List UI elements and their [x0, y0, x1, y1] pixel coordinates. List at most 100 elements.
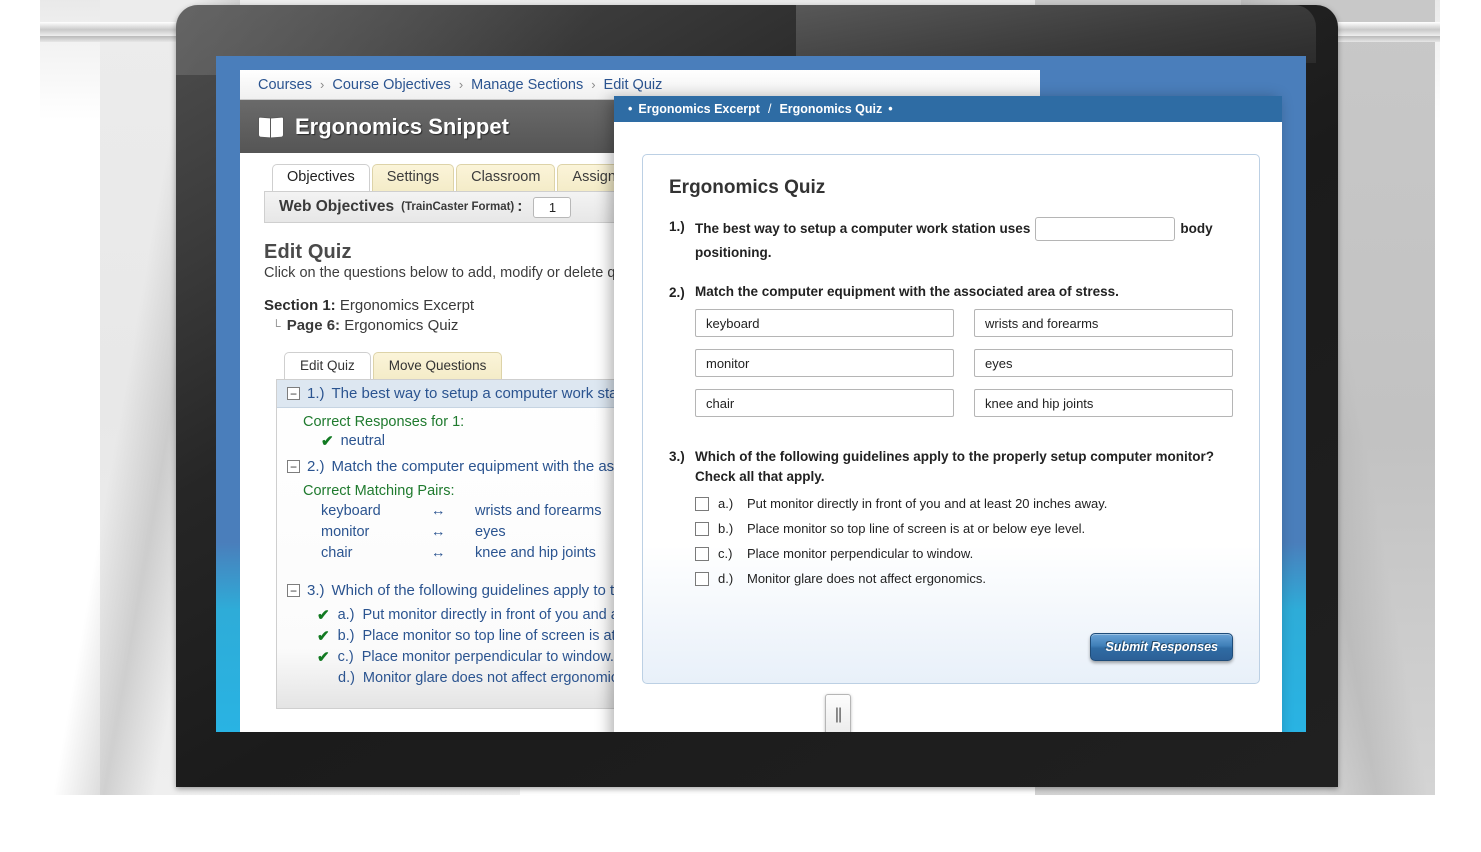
checkbox-option[interactable]: c.) Place monitor perpendicular to windo… — [695, 546, 1233, 561]
page-label: Page 6: — [286, 317, 341, 334]
quiz-title: Ergonomics Quiz — [669, 177, 826, 198]
checkbox-option-list: a.) Put monitor directly in front of you… — [669, 496, 1233, 586]
titlebar-separator: / — [767, 102, 772, 116]
web-objectives-value[interactable]: 1 — [533, 196, 572, 218]
quiz-question-1: 1.) The best way to setup a computer wor… — [669, 217, 1233, 265]
breadcrumb-item-edit-quiz[interactable]: Edit Quiz — [604, 77, 663, 93]
page-title: Ergonomics Snippet — [295, 113, 509, 139]
breadcrumb-item-manage-sections[interactable]: Manage Sections — [471, 77, 583, 93]
laptop-screen: Courses › Course Objectives › Manage Sec… — [216, 56, 1306, 732]
question-number: 2.) — [669, 285, 685, 301]
pair-left: monitor — [321, 524, 370, 540]
submit-responses-button[interactable]: Submit Responses — [1090, 633, 1233, 661]
minus-box-icon[interactable]: − — [287, 584, 300, 597]
option-text: Place monitor so top line of screen is a… — [747, 521, 1086, 537]
web-objectives-label: Web Objectives — [279, 198, 395, 215]
checkbox-icon[interactable] — [695, 496, 709, 511]
option-text: Place monitor perpendicular to window. — [747, 546, 974, 562]
page-name[interactable]: Ergonomics Quiz — [344, 317, 458, 334]
breadcrumb-separator: › — [458, 77, 464, 92]
bullet-icon: • — [628, 102, 633, 116]
question-text: Match the computer equipment with the as… — [695, 284, 1119, 300]
quiz-card: Ergonomics Quiz 1.) The best way to setu… — [642, 154, 1260, 684]
question-text: Which of the following guidelines apply … — [695, 449, 1215, 485]
breadcrumb-item-course-objectives[interactable]: Course Objectives — [332, 77, 450, 93]
question-number: 1.) — [307, 385, 325, 402]
option-text: Put monitor directly in front of you and… — [747, 496, 1108, 512]
option-letter: d.) — [338, 670, 355, 686]
option-letter: c.) — [718, 546, 733, 562]
panel-resize-handle[interactable]: || — [825, 694, 851, 732]
matching-item-right[interactable]: knee and hip joints — [974, 389, 1233, 418]
option-no-check-spacer — [317, 668, 330, 689]
web-objectives-colon: : — [517, 198, 523, 215]
option-text: Monitor glare does not affect ergonomics… — [362, 670, 630, 686]
quiz-question-3: 3.) Which of the following guidelines ap… — [669, 447, 1233, 487]
checkbox-option[interactable]: b.) Place monitor so top line of screen … — [695, 521, 1233, 536]
option-letter: c.) — [337, 649, 354, 665]
checkbox-icon[interactable] — [695, 546, 709, 561]
option-text: Place monitor perpendicular to window. — [361, 649, 614, 665]
tab-settings[interactable]: Settings — [371, 164, 455, 191]
question-number: 3.) — [307, 582, 325, 599]
quiz-preview-body: Ergonomics Quiz 1.) The best way to setu… — [614, 122, 1282, 732]
checkbox-icon[interactable] — [695, 571, 709, 586]
tab-classroom[interactable]: Classroom — [456, 164, 556, 191]
web-objectives-format-note: (TrainCaster Format) — [401, 201, 515, 213]
fill-in-blank-input[interactable] — [1035, 217, 1176, 242]
breadcrumb-separator: › — [320, 77, 325, 92]
laptop-lid-notch — [796, 5, 1316, 63]
bidirectional-arrow-icon: ↔ — [431, 545, 446, 561]
option-letter: b.) — [337, 628, 355, 644]
section-label: Section 1: — [264, 297, 336, 314]
matching-item-left[interactable]: chair — [695, 389, 954, 418]
check-icon: ✔ — [317, 628, 330, 645]
check-icon: ✔ — [321, 433, 334, 450]
option-text: Monitor glare does not affect ergonomics… — [747, 571, 986, 587]
matching-column-left: keyboard monitor chair — [695, 309, 954, 418]
breadcrumb-separator: › — [591, 77, 596, 92]
checkbox-icon[interactable] — [695, 521, 709, 536]
matching-item-right[interactable]: eyes — [974, 349, 1233, 378]
submit-button-wrapper: Submit Responses — [1090, 633, 1233, 661]
quiz-preview-section-name: Ergonomics Excerpt — [638, 102, 760, 116]
bidirectional-arrow-icon: ↔ — [431, 524, 446, 540]
section-name[interactable]: Ergonomics Excerpt — [340, 297, 474, 314]
minus-box-icon[interactable]: − — [287, 460, 300, 473]
correct-answer-text: neutral — [340, 433, 385, 449]
question-text-before: The best way to setup a computer work st… — [695, 221, 1031, 236]
option-letter: a.) — [718, 496, 734, 512]
screenshot-stage: Courses › Course Objectives › Manage Sec… — [0, 0, 1481, 852]
pair-left: chair — [321, 545, 353, 561]
matching-column-right: wrists and forearms eyes knee and hip jo… — [974, 309, 1233, 418]
option-letter: b.) — [718, 521, 734, 537]
tree-branch-icon: └ — [272, 319, 281, 333]
minus-box-icon[interactable]: − — [287, 387, 300, 400]
matching-item-left[interactable]: monitor — [695, 349, 954, 378]
book-icon — [258, 117, 284, 136]
question-number: 3.) — [669, 449, 685, 465]
matching-grid: keyboard monitor chair wrists and forear… — [669, 309, 1233, 418]
pair-right: knee and hip joints — [475, 545, 596, 561]
check-icon: ✔ — [317, 649, 330, 666]
checkbox-option[interactable]: d.) Monitor glare does not affect ergono… — [695, 571, 1233, 586]
option-letter: d.) — [718, 571, 734, 587]
matching-item-right[interactable]: wrists and forearms — [974, 309, 1233, 338]
pair-right: wrists and forearms — [475, 503, 602, 519]
quiz-question-2: 2.) Match the computer equipment with th… — [669, 283, 1233, 301]
quiz-preview-page-name: Ergonomics Quiz — [779, 102, 883, 116]
breadcrumb-item-courses[interactable]: Courses — [258, 77, 312, 93]
question-number: 2.) — [307, 458, 325, 475]
question-text: The best way to setup a computer work st… — [695, 217, 1233, 265]
bidirectional-arrow-icon: ↔ — [431, 503, 446, 519]
quiz-preview-window: • Ergonomics Excerpt / Ergonomics Quiz •… — [614, 96, 1282, 732]
subtab-edit-quiz[interactable]: Edit Quiz — [284, 352, 371, 379]
option-letter: a.) — [337, 607, 355, 623]
matching-item-left[interactable]: keyboard — [695, 309, 954, 338]
check-icon: ✔ — [317, 607, 330, 624]
checkbox-option[interactable]: a.) Put monitor directly in front of you… — [695, 496, 1233, 511]
bullet-icon-end: • — [888, 102, 893, 116]
pair-left: keyboard — [321, 503, 381, 519]
subtab-move-questions[interactable]: Move Questions — [372, 352, 503, 379]
tab-objectives[interactable]: Objectives — [272, 164, 370, 191]
